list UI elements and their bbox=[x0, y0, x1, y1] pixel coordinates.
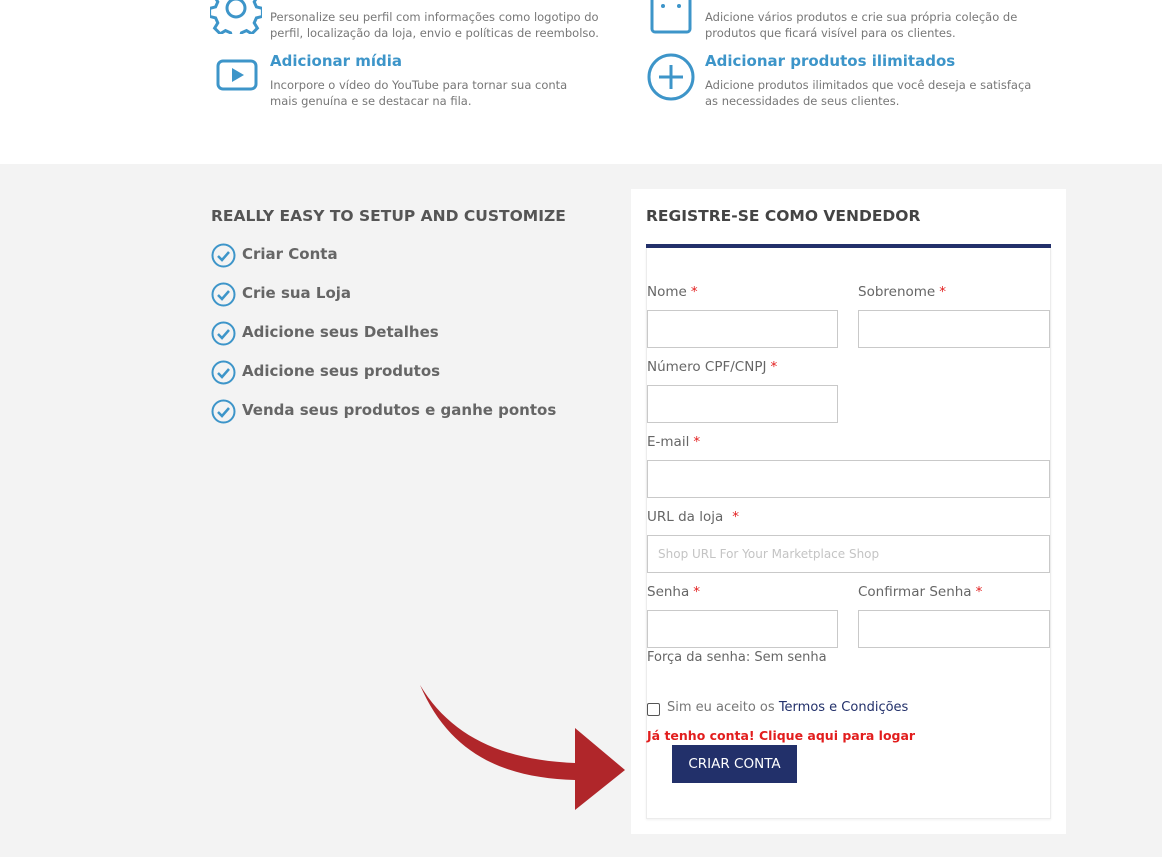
required-mark: * bbox=[693, 434, 701, 450]
last-name-label: Sobrenome * bbox=[858, 284, 946, 300]
feature-description-line: Personalize seu perfil com informações c… bbox=[270, 10, 599, 24]
feature-unlimited-products: Adicionar produtos ilimitados Adicione p… bbox=[645, 52, 1065, 112]
shop-url-input[interactable] bbox=[647, 535, 1050, 573]
feature-description: Adicione vários produtos e crie sua próp… bbox=[705, 9, 1065, 41]
feature-description-line: as necessidades de seus clientes. bbox=[705, 94, 900, 108]
terms-checkbox[interactable] bbox=[647, 703, 660, 716]
features-section: Personalize seu perfil com informações c… bbox=[0, 0, 1162, 164]
email-label-text: E-mail bbox=[647, 434, 690, 450]
first-name-label-text: Nome bbox=[647, 284, 687, 300]
cpf-label-text: Número CPF/CNPJ bbox=[647, 359, 767, 375]
video-play-icon bbox=[216, 58, 258, 94]
step-label: Venda seus produtos e ganhe pontos bbox=[242, 401, 557, 419]
gear-icon bbox=[208, 0, 264, 41]
shop-url-label-text: URL da loja bbox=[647, 509, 724, 525]
required-mark: * bbox=[975, 584, 983, 600]
feature-description-line: mais genuína e se destacar na fila. bbox=[270, 94, 472, 108]
check-circle-icon bbox=[211, 282, 236, 307]
required-mark: * bbox=[732, 509, 739, 525]
step-label: Adicione seus produtos bbox=[242, 362, 441, 380]
feature-profile: Personalize seu perfil com informações c… bbox=[208, 0, 630, 46]
create-account-button[interactable]: CRIAR CONTA bbox=[672, 745, 797, 783]
feature-description-line: Adicione vários produtos e crie sua próp… bbox=[705, 10, 1018, 24]
password-label-text: Senha bbox=[647, 584, 690, 600]
steps-title: REALLY EASY TO SETUP AND CUSTOMIZE bbox=[211, 207, 566, 225]
feature-media: Adicionar mídia Incorpore o vídeo do You… bbox=[210, 52, 630, 112]
terms-link[interactable]: Termos e Condições bbox=[779, 700, 909, 715]
feature-description: Adicione produtos ilimitados que você de… bbox=[705, 77, 1065, 109]
email-input[interactable] bbox=[647, 460, 1050, 498]
plus-circle-icon bbox=[646, 52, 696, 102]
confirm-password-label-text: Confirmar Senha bbox=[858, 584, 972, 600]
feature-description: Personalize seu perfil com informações c… bbox=[270, 9, 630, 41]
last-name-input[interactable] bbox=[858, 310, 1050, 348]
feature-description: Incorpore o vídeo do YouTube para tornar… bbox=[270, 77, 630, 109]
first-name-input[interactable] bbox=[647, 310, 838, 348]
step-label: Crie sua Loja bbox=[242, 284, 352, 302]
email-label: E-mail * bbox=[647, 434, 700, 450]
last-name-label-text: Sobrenome bbox=[858, 284, 936, 300]
password-strength: Força da senha: Sem senha bbox=[647, 650, 827, 665]
cpf-cnpj-input[interactable] bbox=[647, 385, 838, 423]
feature-description-line: Incorpore o vídeo do YouTube para tornar… bbox=[270, 78, 568, 92]
feature-description-line: perfil, localização da loja, envio e pol… bbox=[270, 26, 599, 40]
feature-title: Adicionar produtos ilimitados bbox=[705, 52, 956, 70]
check-circle-icon bbox=[211, 360, 236, 385]
required-mark: * bbox=[690, 284, 698, 300]
terms-label: Sim eu aceito os Termos e Condições bbox=[667, 700, 908, 715]
step-label: Adicione seus Detalhes bbox=[242, 323, 439, 341]
cpf-label: Número CPF/CNPJ * bbox=[647, 359, 777, 375]
shopping-bag-icon bbox=[650, 0, 692, 34]
feature-title: Adicionar mídia bbox=[270, 52, 403, 70]
password-input[interactable] bbox=[647, 610, 838, 648]
form-title: REGISTRE-SE COMO VENDEDOR bbox=[646, 207, 921, 225]
check-circle-icon bbox=[211, 321, 236, 346]
required-mark: * bbox=[770, 359, 778, 375]
required-mark: * bbox=[939, 284, 946, 300]
first-name-label: Nome * bbox=[647, 284, 698, 300]
password-label: Senha * bbox=[647, 584, 700, 600]
login-link[interactable]: Já tenho conta! Clique aqui para logar bbox=[647, 728, 915, 743]
arrow-icon bbox=[420, 685, 625, 810]
feature-description-line: Adicione produtos ilimitados que você de… bbox=[705, 78, 1032, 92]
step-label: Criar Conta bbox=[242, 245, 338, 263]
confirm-password-label: Confirmar Senha * bbox=[858, 584, 982, 600]
check-circle-icon bbox=[211, 243, 236, 268]
required-mark: * bbox=[693, 584, 701, 600]
confirm-password-input[interactable] bbox=[858, 610, 1050, 648]
feature-products: Adicione vários produtos e crie sua próp… bbox=[645, 0, 1065, 46]
check-circle-icon bbox=[211, 399, 236, 424]
terms-prefix: Sim eu aceito os bbox=[667, 700, 775, 715]
shop-url-label: URL da loja * bbox=[647, 509, 739, 525]
feature-description-line: produtos que ficará visível para os clie… bbox=[705, 26, 956, 40]
